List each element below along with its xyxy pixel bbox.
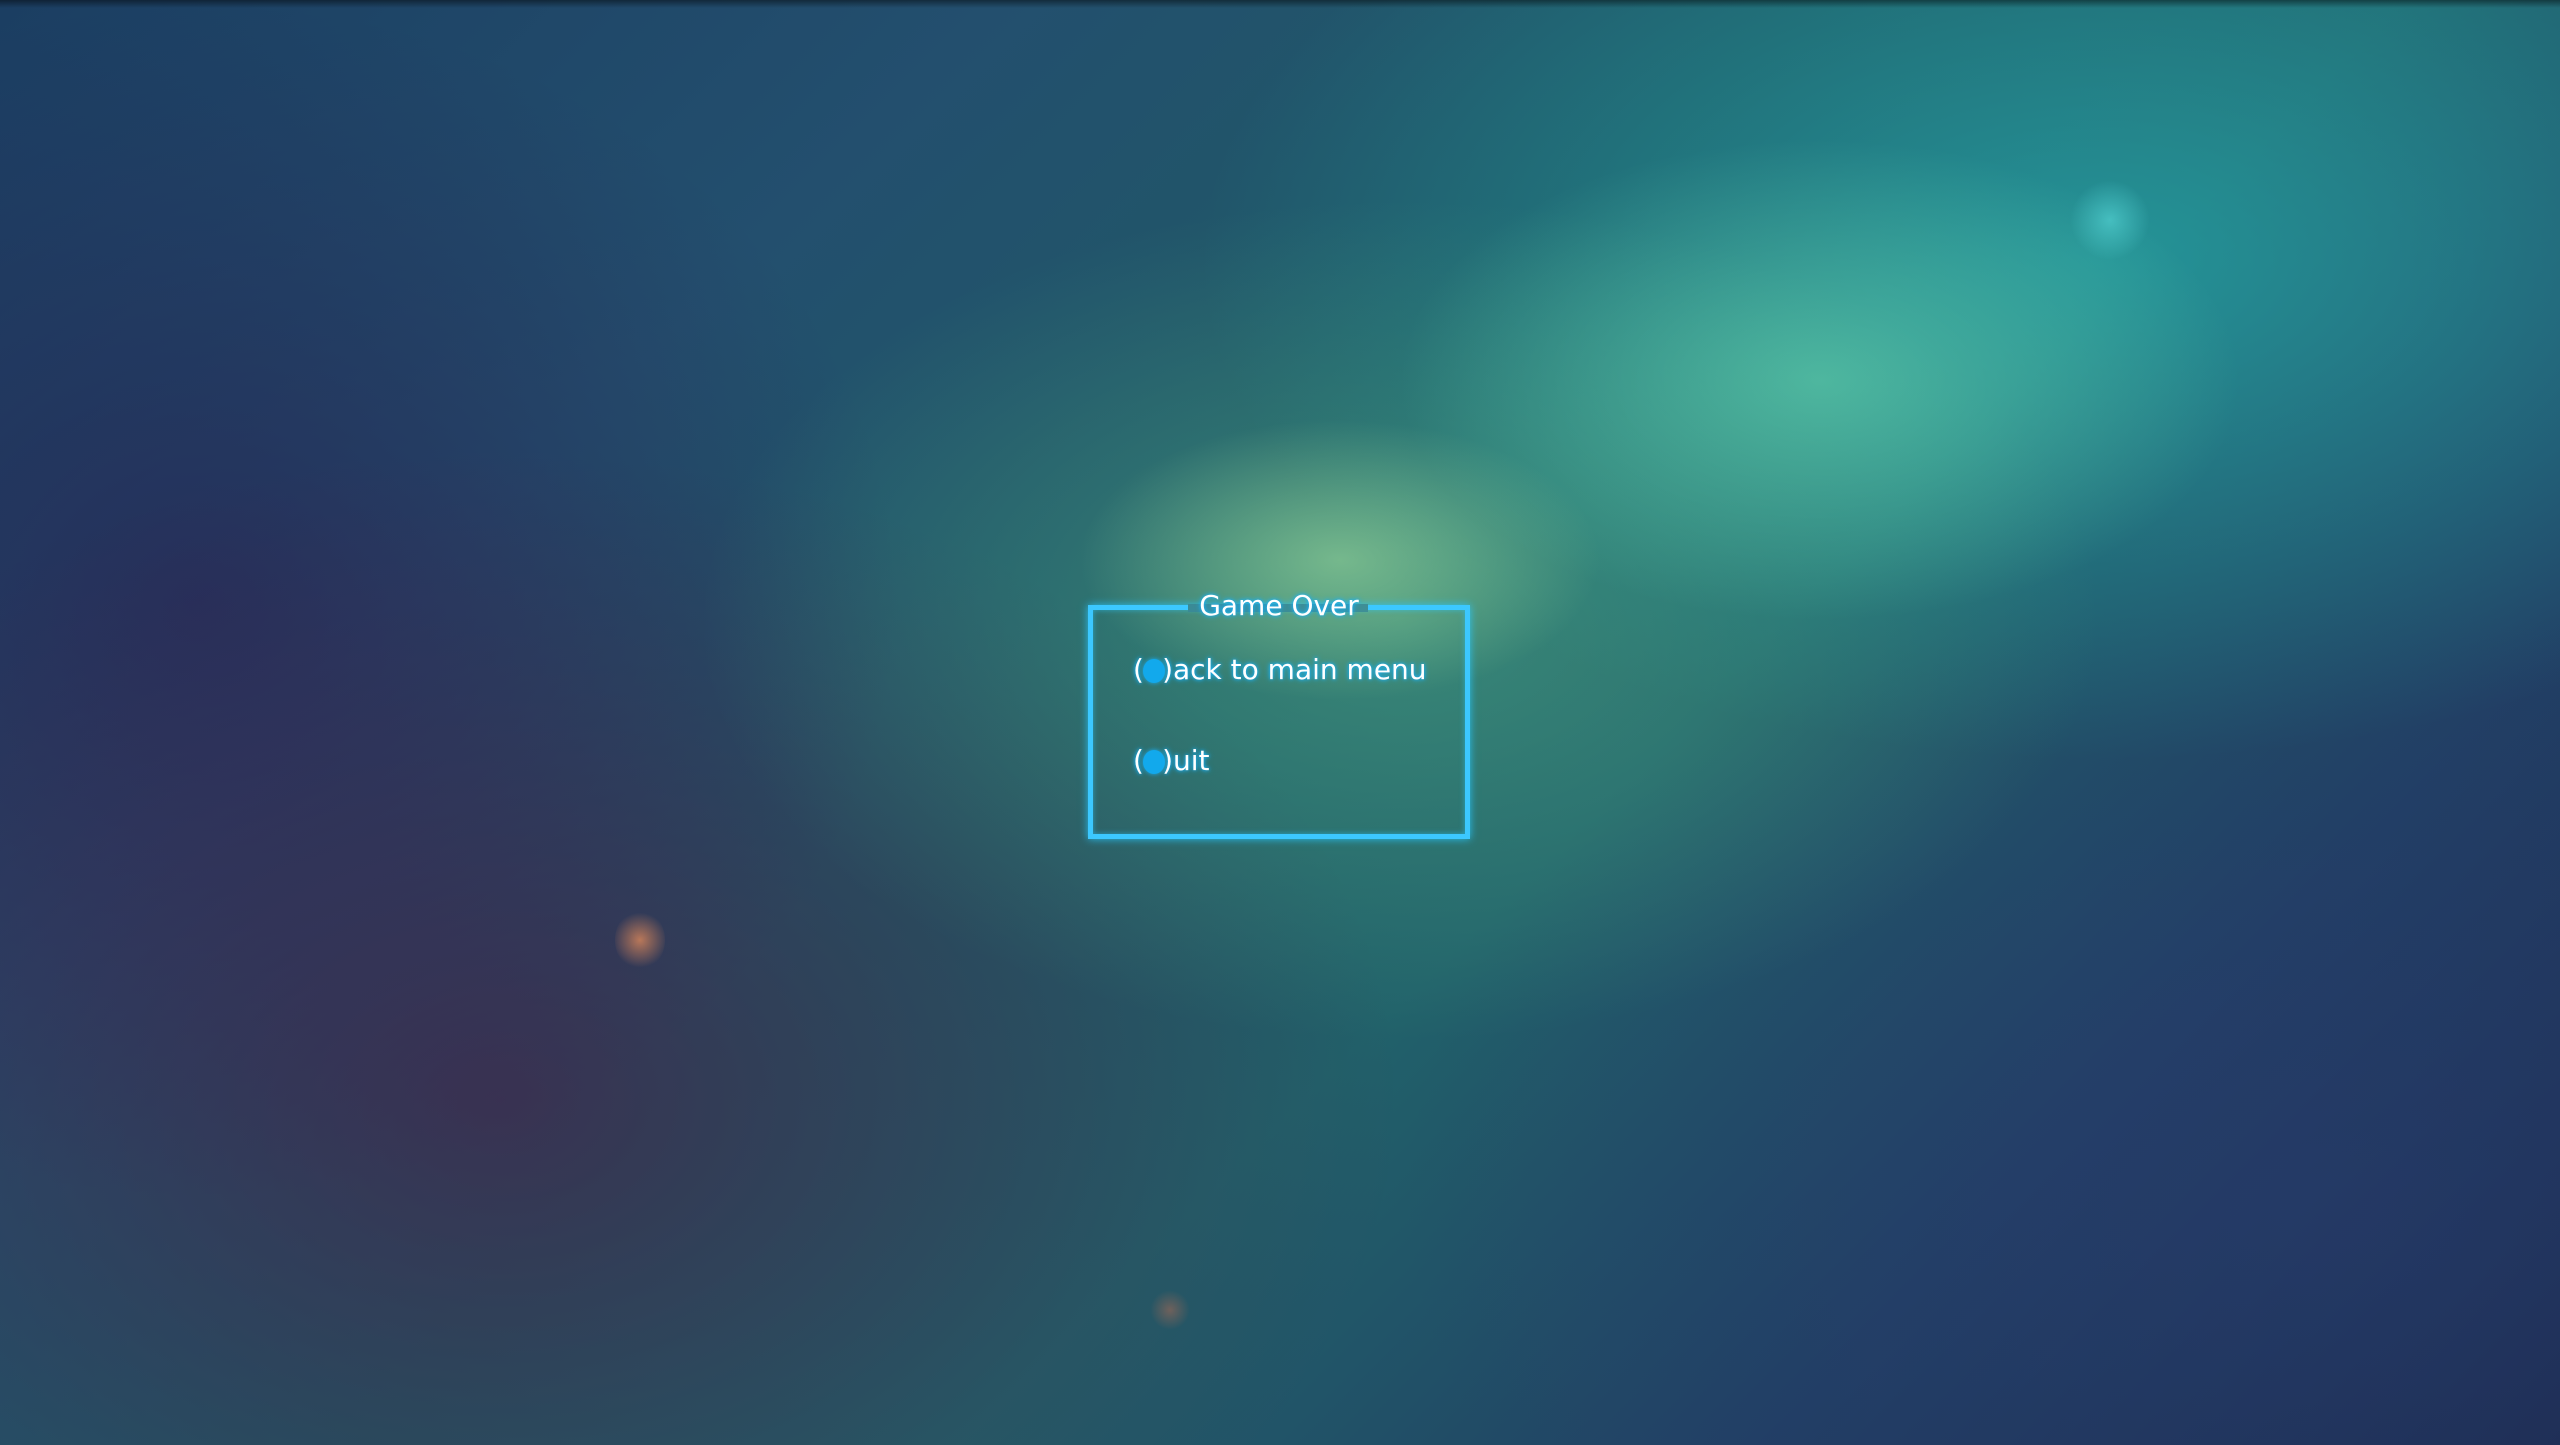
background-star — [1150, 1290, 1190, 1330]
background-star — [615, 910, 665, 970]
hint-close-paren: ) — [1162, 653, 1173, 686]
dialog-title-text: Game Over — [1199, 589, 1359, 622]
dialog-title: Game Over — [1093, 586, 1465, 626]
quit-label: uit — [1173, 744, 1210, 777]
controller-button-hint: ( ) — [1133, 743, 1173, 779]
nebula-background: Game Over ( ) ack to main menu ( ) uit — [0, 0, 2560, 1445]
back-to-main-menu-button[interactable]: ( ) ack to main menu — [1133, 652, 1427, 688]
game-over-dialog: Game Over ( ) ack to main menu ( ) uit — [1088, 589, 1470, 839]
quit-button[interactable]: ( ) uit — [1133, 743, 1210, 779]
top-edge-shadow — [0, 0, 2560, 8]
back-to-main-menu-label: ack to main menu — [1173, 653, 1427, 686]
hint-close-paren: ) — [1162, 744, 1173, 777]
background-star — [2070, 180, 2150, 260]
controller-button-hint: ( ) — [1133, 652, 1173, 688]
